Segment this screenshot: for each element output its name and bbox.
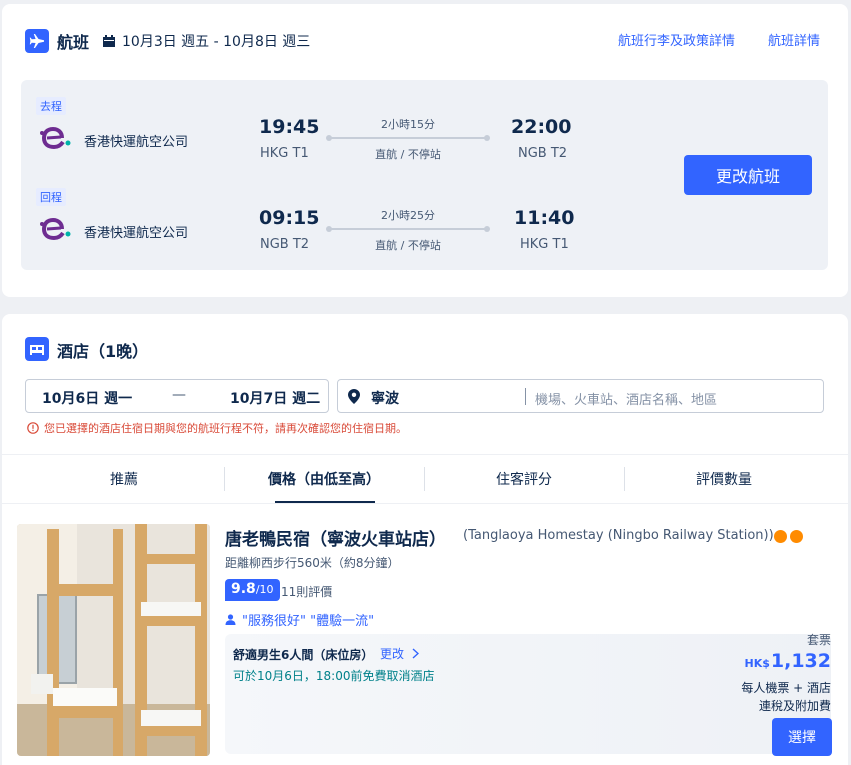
date-warning: 您已選擇的酒店住宿日期與您的航班行程不符，請再次確認您的住宿日期。 bbox=[27, 420, 407, 436]
review-score-badge: 9.8 /10 bbox=[225, 579, 280, 601]
airline-logo-icon bbox=[40, 217, 71, 241]
cancel-policy: 可於10月6日，18:00前免費取消酒店 bbox=[233, 669, 435, 683]
outbound-arrive-time: 22:00 bbox=[511, 116, 572, 138]
sort-tab-review-count[interactable]: 評價數量 bbox=[624, 455, 824, 503]
checkout-date[interactable]: 10月7日 週二 bbox=[230, 388, 320, 408]
hotel-name-en[interactable]: (Tanglaoya Homestay (Ningbo Railway Stat… bbox=[463, 528, 774, 543]
flight-dates-text: 10月3日 週五 - 10月8日 週三 bbox=[122, 34, 311, 50]
inbound-depart-airport: NGB T2 bbox=[260, 237, 310, 252]
change-flight-button[interactable]: 更改航班 bbox=[684, 155, 812, 195]
inbound-duration: 2小時25分 bbox=[381, 209, 435, 222]
destination-field[interactable]: 寧波 機場、火車站、酒店名稱、地區 bbox=[337, 379, 824, 413]
change-room-label[interactable]: 更改 bbox=[380, 645, 404, 662]
guest-quotes-text: "服務很好" "體驗一流" bbox=[242, 614, 375, 629]
price-currency: HK$ bbox=[744, 657, 770, 670]
inbound-tag: 回程 bbox=[36, 188, 66, 206]
flight-itinerary-box: 去程 香港快運航空公司 19:45 HKG T1 2小時15分 直航 / 不停站… bbox=[21, 80, 828, 270]
hotel-photo[interactable] bbox=[17, 524, 210, 756]
flight-section-title: 航班 bbox=[57, 33, 90, 52]
baggage-policy-link[interactable]: 航班行李及政策詳情 bbox=[618, 30, 735, 49]
price-amount: 1,132 bbox=[770, 650, 831, 672]
outbound-tag: 去程 bbox=[36, 97, 66, 115]
date-separator: — bbox=[172, 387, 186, 403]
price-tax-note: 連稅及附加費 bbox=[758, 699, 831, 713]
calendar-icon bbox=[103, 35, 115, 47]
outbound-airline-name: 香港快運航空公司 bbox=[84, 135, 189, 150]
location-pin-icon bbox=[348, 389, 360, 404]
warning-icon bbox=[27, 422, 39, 434]
flight-details-link[interactable]: 航班詳情 bbox=[768, 30, 820, 49]
input-divider bbox=[525, 388, 526, 405]
outbound-depart-airport: HKG T1 bbox=[260, 146, 309, 161]
flight-date-range: 10月3日 週五 - 10月8日 週三 bbox=[102, 31, 310, 51]
bed-icon bbox=[25, 337, 49, 361]
room-offer-box: 舒適男生6人間（床位房） 更改 可於10月6日，18:00前免費取消酒店 套票 … bbox=[225, 633, 832, 756]
inbound-route-line bbox=[326, 226, 490, 232]
user-icon bbox=[225, 614, 236, 625]
review-count[interactable]: 11則評價 bbox=[281, 583, 332, 600]
flight-card: 航班 10月3日 週五 - 10月8日 週三 航班行李及政策詳情 航班詳情 去程… bbox=[2, 4, 848, 297]
guest-quotes: "服務很好" "體驗一流" bbox=[225, 610, 374, 629]
active-tab-underline bbox=[275, 501, 375, 503]
inbound-airline-name: 香港快運航空公司 bbox=[84, 226, 189, 241]
sort-tab-price[interactable]: 價格（由低至高） bbox=[224, 455, 424, 503]
change-room-link[interactable]: 更改 bbox=[380, 645, 420, 662]
hotel-card: 酒店（1晚） 10月6日 週一 — 10月7日 週二 寧波 機場、火車站、酒店名… bbox=[2, 314, 848, 765]
sort-tab-recommended[interactable]: 推薦 bbox=[24, 455, 224, 503]
inbound-stops: 直航 / 不停站 bbox=[375, 239, 441, 252]
package-label: 套票 bbox=[806, 633, 831, 647]
outbound-duration: 2小時15分 bbox=[381, 118, 435, 131]
outbound-stops: 直航 / 不停站 bbox=[375, 148, 441, 161]
plane-icon bbox=[25, 29, 49, 53]
sort-bar: 推薦 價格（由低至高） 住客評分 評價數量 bbox=[2, 454, 848, 504]
destination-placeholder[interactable]: 機場、火車站、酒店名稱、地區 bbox=[535, 389, 717, 408]
sort-tab-guest-rating[interactable]: 住客評分 bbox=[424, 455, 624, 503]
date-warning-text: 您已選擇的酒店住宿日期與您的航班行程不符，請再次確認您的住宿日期。 bbox=[44, 422, 407, 435]
checkin-date[interactable]: 10月6日 週一 bbox=[42, 388, 132, 408]
outbound-arrive-airport: NGB T2 bbox=[518, 146, 568, 161]
hotel-distance: 距離柳西步行560米（約8分鐘） bbox=[225, 556, 400, 570]
rating-dot bbox=[790, 530, 803, 543]
hotel-name[interactable]: 唐老鴨民宿（寧波火車站店） bbox=[225, 525, 446, 550]
outbound-route-line bbox=[326, 135, 490, 141]
chevron-right-icon bbox=[412, 648, 420, 659]
stay-dates-field[interactable]: 10月6日 週一 — 10月7日 週二 bbox=[25, 379, 329, 413]
outbound-depart-time: 19:45 bbox=[259, 116, 320, 138]
destination-value[interactable]: 寧波 bbox=[371, 388, 399, 408]
airline-logo-icon bbox=[40, 126, 71, 150]
select-hotel-button[interactable]: 選擇 bbox=[772, 718, 832, 756]
review-score: 9.8 bbox=[231, 581, 256, 597]
hotel-section-title: 酒店（1晚） bbox=[57, 342, 149, 361]
inbound-arrive-time: 11:40 bbox=[514, 207, 575, 229]
rating-dot bbox=[774, 530, 787, 543]
package-price: HK$ 1,132 bbox=[745, 650, 832, 672]
price-per-person: 每人機票 + 酒店 bbox=[741, 681, 831, 695]
inbound-arrive-airport: HKG T1 bbox=[520, 237, 569, 252]
room-name: 舒適男生6人間（床位房） bbox=[233, 648, 374, 662]
review-score-max: /10 bbox=[255, 583, 274, 596]
inbound-depart-time: 09:15 bbox=[259, 207, 320, 229]
